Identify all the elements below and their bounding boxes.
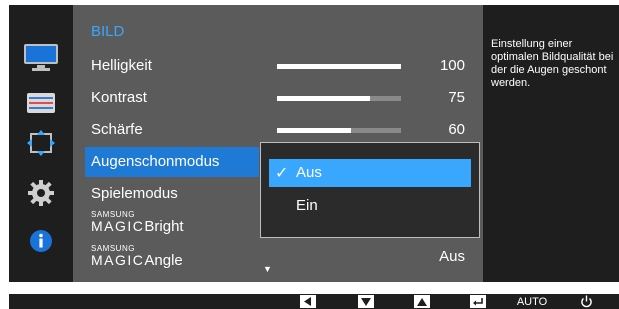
magic-logo-text: MAGIC [91, 252, 145, 268]
contrast-slider[interactable] [277, 96, 401, 101]
menu-item-value: 60 [448, 121, 465, 138]
left-arrow-icon[interactable] [299, 294, 317, 309]
help-text: Einstellung einer optimalen Bildqualität… [491, 38, 614, 89]
menu-item-value: 100 [439, 57, 465, 74]
magic-bright-word: Bright [144, 218, 184, 235]
slider-fill [277, 64, 401, 69]
info-icon[interactable] [21, 223, 61, 259]
magic-bright-label: SAMSUNG MAGICBright [91, 211, 184, 235]
up-arrow-icon[interactable] [413, 294, 431, 309]
resize-icon[interactable] [21, 125, 61, 161]
auto-button[interactable]: AUTO [512, 294, 552, 309]
menu-item-value: Aus [439, 248, 465, 265]
menu-item-helligkeit[interactable]: Helligkeit 100 [85, 51, 475, 81]
checkmark-icon: ✓ [275, 165, 289, 182]
help-panel: Einstellung einer optimalen Bildqualität… [483, 5, 619, 282]
menu-title: BILD [91, 23, 125, 40]
menu-item-schaerfe[interactable]: Schärfe 60 [85, 115, 475, 145]
power-icon[interactable] [577, 294, 595, 309]
menu-item-magic-angle[interactable]: SAMSUNG MAGICAngle Aus [85, 242, 475, 272]
sidebar [9, 5, 73, 282]
scroll-down-icon[interactable]: ▼ [263, 264, 272, 274]
menu-item-value: 75 [448, 89, 465, 106]
monitor-icon[interactable] [21, 40, 61, 76]
down-arrow-icon[interactable] [357, 294, 375, 309]
osd-window: BILD Helligkeit 100 Kontrast 75 Schärfe … [9, 5, 619, 282]
option-label: Ein [296, 197, 318, 214]
enter-icon[interactable] [469, 294, 487, 309]
sharpness-slider[interactable] [277, 128, 401, 133]
magic-angle-word: Angle [144, 252, 183, 269]
gear-icon[interactable] [21, 175, 61, 211]
option-dropdown: ✓ Aus Ein [260, 142, 480, 238]
menu-item-label: Helligkeit [91, 57, 152, 74]
option-label: Aus [296, 164, 322, 181]
slider-fill [277, 128, 352, 133]
menu-item-label: Kontrast [91, 89, 147, 106]
option-ein[interactable]: Ein [269, 192, 471, 220]
slider-fill [277, 96, 370, 101]
menu-item-label: Spielemodus [91, 185, 178, 202]
color-bars-icon[interactable] [21, 85, 61, 121]
option-aus[interactable]: ✓ Aus [269, 159, 471, 187]
magic-angle-label: SAMSUNG MAGICAngle [91, 245, 183, 269]
magic-logo-text: MAGIC [91, 218, 145, 234]
menu-item-label: Augenschonmodus [91, 153, 220, 170]
menu-item-label: Schärfe [91, 121, 143, 138]
menu-item-kontrast[interactable]: Kontrast 75 [85, 83, 475, 113]
settings-menu: BILD Helligkeit 100 Kontrast 75 Schärfe … [73, 5, 483, 282]
brightness-slider[interactable] [277, 64, 401, 69]
menu-item-augenschonmodus[interactable]: Augenschonmodus [85, 147, 259, 177]
button-guide-bar: AUTO [9, 294, 619, 309]
